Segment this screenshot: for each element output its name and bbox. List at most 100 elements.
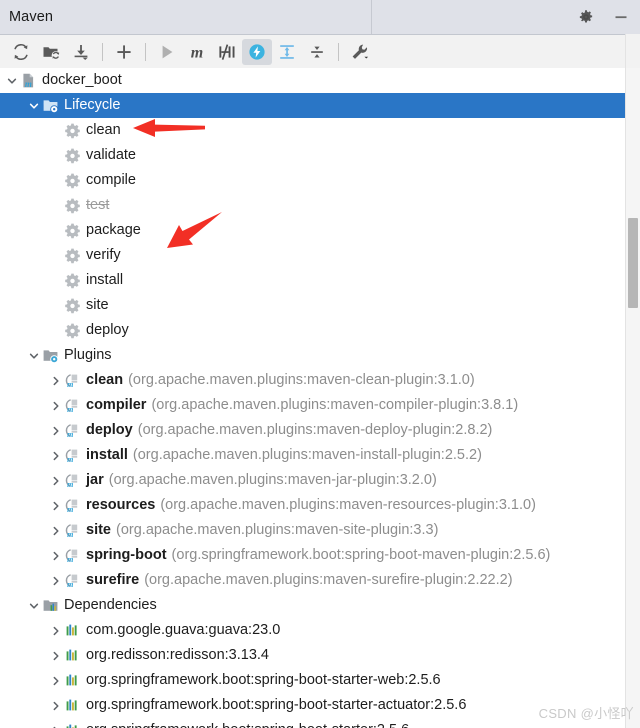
toolbar-divider — [102, 42, 103, 61]
chevron-right-icon[interactable] — [48, 648, 64, 664]
tree-row-label: Plugins — [64, 347, 112, 363]
plugin-icon: m — [64, 397, 81, 414]
tree-row[interactable]: m site (org.apache.maven.plugins:maven-sit… — [0, 518, 640, 543]
chevron-right-icon[interactable] — [48, 698, 64, 714]
toolbar-divider — [338, 42, 339, 61]
tree-row-label: docker_boot — [42, 72, 122, 88]
tree-row[interactable]: org.springframework.boot:spring-boot-sta… — [0, 668, 640, 693]
collapse-all-icon[interactable] — [302, 39, 332, 65]
tree-row[interactable]: m deploy (org.apache.maven.plugins:maven-d… — [0, 418, 640, 443]
tree-row[interactable]: Plugins — [0, 343, 640, 368]
tree-row[interactable]: com.google.guava:guava:23.0 — [0, 618, 640, 643]
chevron-down-icon[interactable] — [26, 598, 42, 614]
vertical-scrollbar[interactable] — [625, 68, 640, 728]
chevron-right-icon[interactable] — [48, 448, 64, 464]
tree-row[interactable]: m spring-boot (org.springframework.boot:sp… — [0, 543, 640, 568]
tree-row-label: deploy — [86, 322, 129, 338]
tree-row[interactable]: m resources (org.apache.maven.plugins:mave… — [0, 493, 640, 518]
chevron-right-icon[interactable] — [48, 373, 64, 389]
tree-row-label: install — [86, 447, 128, 463]
toolbar-divider — [145, 42, 146, 61]
run-icon[interactable] — [152, 39, 182, 65]
tree-row[interactable]: verify — [0, 243, 640, 268]
twisty-placeholder — [48, 223, 64, 239]
tree-row-coordinates: (org.apache.maven.plugins:maven-deploy-p… — [137, 422, 493, 438]
plugin-icon: m — [64, 472, 81, 489]
maven-project-tree[interactable]: m docker_boot Lifecycle clean validate compil… — [0, 68, 640, 728]
tree-row-label: resources — [86, 497, 156, 513]
svg-text:m: m — [67, 380, 73, 389]
tree-row[interactable]: site — [0, 293, 640, 318]
tree-row[interactable]: org.redisson:redisson:3.13.4 — [0, 643, 640, 668]
add-maven-project-folder-icon[interactable] — [36, 39, 66, 65]
tree-row[interactable]: m clean (org.apache.maven.plugins:maven-cl… — [0, 368, 640, 393]
tree-row-label: Dependencies — [64, 597, 157, 613]
chevron-right-icon[interactable] — [48, 548, 64, 564]
tree-row-label: org.springframework.boot:spring-boot-sta… — [86, 672, 441, 688]
tree-row[interactable]: install — [0, 268, 640, 293]
svg-text:m: m — [67, 455, 73, 464]
tree-row[interactable]: Lifecycle — [0, 93, 640, 118]
tree-row-label: deploy — [86, 422, 133, 438]
toggle-skip-tests-icon[interactable] — [212, 39, 242, 65]
goal-gear-icon — [64, 147, 81, 164]
tree-row[interactable]: Dependencies — [0, 593, 640, 618]
chevron-right-icon[interactable] — [48, 723, 64, 728]
tree-row[interactable]: m compiler (org.apache.maven.plugins:maven… — [0, 393, 640, 418]
tree-row[interactable]: test — [0, 193, 640, 218]
goal-gear-icon — [64, 222, 81, 239]
dependency-icon — [64, 697, 81, 714]
twisty-placeholder — [48, 148, 64, 164]
dependencies-folder-icon — [42, 597, 59, 614]
twisty-placeholder — [48, 323, 64, 339]
chevron-down-icon[interactable] — [4, 73, 20, 89]
tree-row[interactable]: m install (org.apache.maven.plugins:maven-… — [0, 443, 640, 468]
twisty-placeholder — [48, 273, 64, 289]
chevron-right-icon[interactable] — [48, 473, 64, 489]
plugins-folder-icon — [42, 347, 59, 364]
svg-text:m: m — [67, 555, 73, 564]
tree-row-coordinates: (org.apache.maven.plugins:maven-compiler… — [151, 397, 519, 413]
settings-wrench-icon[interactable] — [345, 39, 375, 65]
reload-all-projects-icon[interactable] — [6, 39, 36, 65]
plugin-icon: m — [64, 372, 81, 389]
tree-row-label: clean — [86, 372, 124, 388]
settings-icon[interactable] — [577, 8, 595, 26]
tree-row[interactable]: compile — [0, 168, 640, 193]
scrollbar-thumb[interactable] — [628, 218, 638, 308]
tree-row[interactable]: m docker_boot — [0, 68, 640, 93]
chevron-right-icon[interactable] — [48, 523, 64, 539]
chevron-right-icon[interactable] — [48, 623, 64, 639]
plugin-icon: m — [64, 572, 81, 589]
expand-all-icon[interactable] — [272, 39, 302, 65]
scrollbar-cap — [625, 34, 640, 68]
twisty-placeholder — [48, 123, 64, 139]
chevron-right-icon[interactable] — [48, 498, 64, 514]
chevron-down-icon[interactable] — [26, 98, 42, 114]
tree-row-label: install — [86, 272, 124, 288]
plugin-icon: m — [64, 547, 81, 564]
goal-gear-icon — [64, 272, 81, 289]
tree-row[interactable]: clean — [0, 118, 640, 143]
tree-row[interactable]: m jar (org.apache.maven.plugins:maven-jar-… — [0, 468, 640, 493]
tool-window-header: Maven — [0, 0, 640, 35]
maven-m-icon[interactable]: m — [182, 39, 212, 65]
download-sources-icon[interactable] — [66, 39, 96, 65]
goal-gear-icon — [64, 322, 81, 339]
toggle-offline-icon[interactable] — [242, 38, 272, 65]
chevron-right-icon[interactable] — [48, 423, 64, 439]
tree-row[interactable]: validate — [0, 143, 640, 168]
tree-row[interactable]: deploy — [0, 318, 640, 343]
plugin-icon: m — [64, 447, 81, 464]
chevron-right-icon[interactable] — [48, 573, 64, 589]
tree-row[interactable]: package — [0, 218, 640, 243]
svg-text:m: m — [25, 79, 32, 89]
tree-row-label: verify — [86, 247, 121, 263]
chevron-down-icon[interactable] — [26, 348, 42, 364]
tree-row-label: org.redisson:redisson:3.13.4 — [86, 647, 269, 663]
chevron-right-icon[interactable] — [48, 673, 64, 689]
hide-icon[interactable] — [612, 8, 630, 26]
tree-row[interactable]: m surefire (org.apache.maven.plugins:maven… — [0, 568, 640, 593]
chevron-right-icon[interactable] — [48, 398, 64, 414]
add-icon[interactable] — [109, 39, 139, 65]
